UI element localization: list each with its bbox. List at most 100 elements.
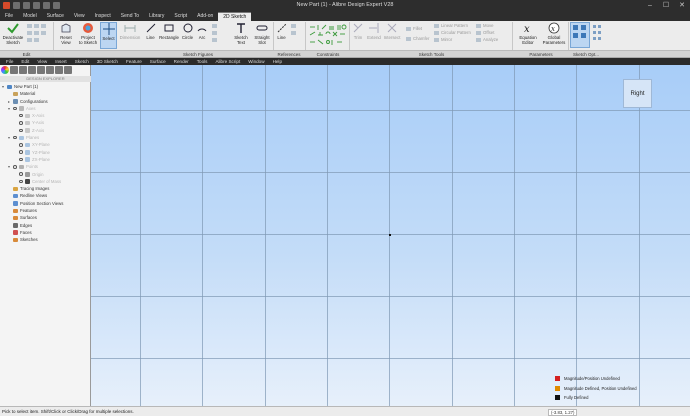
linear-pattern-button[interactable]: Linear Pattern [434,23,468,29]
properties-button[interactable] [27,37,41,43]
tab-send-to[interactable]: Send To [116,12,144,21]
trim-button[interactable]: Trim [351,22,365,40]
spline-button[interactable] [212,23,219,29]
tree-item[interactable]: Center of Mass [0,178,91,185]
tree-item[interactable]: ▾ Planes [0,134,91,141]
visibility-eye-icon[interactable] [19,121,23,125]
tree-item[interactable]: ZX-Plane [0,156,91,163]
constraint-icons[interactable] [309,24,347,46]
sketch-text-button[interactable]: Sketch Text [232,22,250,45]
project-to-sketch-button[interactable]: Project to Sketch [77,22,99,45]
intersect-button[interactable]: Intersect [383,22,401,40]
chamfer-button[interactable]: Chamfer [406,36,429,42]
tree-item[interactable]: Edges [0,222,91,229]
tab-library[interactable]: Library [144,12,169,21]
tree-item[interactable]: Faces [0,229,91,236]
extend-button[interactable]: Extend [366,22,382,40]
menu-window[interactable]: Window [244,58,268,65]
offset-button[interactable]: Offset [476,30,494,36]
tree-item[interactable]: Origin [0,171,91,178]
arc-button[interactable]: Arc [196,22,208,40]
fillet-button[interactable]: Fillet [406,26,422,32]
visibility-eye-icon[interactable] [19,157,23,162]
tree-item[interactable]: Material [0,90,91,97]
deactivate-sketch-button[interactable]: Deactivate Sketch [2,22,24,45]
tab-file[interactable]: File [0,12,18,21]
visibility-eye-icon[interactable] [19,143,23,147]
menu-insert[interactable]: Insert [51,58,71,65]
dimension-button[interactable]: Dimension [119,22,141,40]
rectangle-button[interactable]: Rectangle [158,22,180,40]
menu-view[interactable]: View [33,58,51,65]
close-button[interactable]: ✕ [674,0,690,12]
menu-help[interactable]: Help [269,58,286,65]
tab-2d-sketch[interactable]: 2D Sketch [218,12,252,21]
move-button[interactable]: Move [476,23,494,29]
tree-expander-icon[interactable]: ▾ [8,134,12,141]
tree-item[interactable]: Features [0,207,91,214]
tree-expander-icon[interactable]: ▾ [2,83,6,90]
menu-tools[interactable]: Tools [193,58,212,65]
tree-item[interactable]: ▸ Configurations [0,98,91,105]
tree-item[interactable]: Tracing Images [0,185,91,192]
tab-inspect[interactable]: Inspect [90,12,116,21]
tree-item[interactable]: Surfaces [0,214,91,221]
visibility-eye-icon[interactable] [13,106,17,111]
global-parameters-button[interactable]: x Global Parameters [542,22,566,45]
visibility-eye-icon[interactable] [19,113,23,118]
tab-surface[interactable]: Surface [42,12,69,21]
settings-icon[interactable] [55,66,63,74]
tree-item[interactable]: ▾ New Part (1) [0,83,91,90]
expand-icon[interactable] [46,66,54,74]
visibility-eye-icon[interactable] [19,150,23,154]
list-icon[interactable] [19,66,27,74]
sketch-options-button[interactable] [570,22,590,48]
equation-editor-button[interactable]: x Equation Editor [517,22,539,45]
menu-feature[interactable]: Feature [122,58,146,65]
tab-view[interactable]: View [69,12,90,21]
tree-item[interactable]: Redline Views [0,192,91,199]
view-cube[interactable]: Right [623,79,652,108]
circular-pattern-button[interactable]: Circular Pattern [434,30,471,36]
polygon-button[interactable] [212,30,219,36]
cut-button[interactable] [27,23,48,29]
tree-item[interactable]: YZ-Plane [0,149,91,156]
circle-button[interactable]: Circle [181,22,194,40]
tree-item[interactable]: Sketches [0,236,91,243]
color-wheel-icon[interactable] [1,66,9,74]
menu-surface[interactable]: Surface [146,58,170,65]
visibility-eye-icon[interactable] [19,128,23,133]
tab-script[interactable]: Script [169,12,192,21]
collapse-icon[interactable] [37,66,45,74]
reference-figure-button[interactable] [291,30,298,36]
minimize-button[interactable]: – [642,0,658,12]
maximize-button[interactable]: ☐ [658,0,674,12]
ellipse-button[interactable] [212,37,219,43]
tree-item[interactable]: Z-Axis [0,127,91,134]
tree-icon[interactable] [28,66,36,74]
tree-item[interactable]: X-Axis [0,112,91,119]
tree-item[interactable]: ▾ Points [0,163,91,170]
visibility-eye-icon[interactable] [19,179,23,184]
menu-edit[interactable]: Edit [17,58,33,65]
tree-item[interactable]: XY-Plane [0,141,91,148]
reference-line-button[interactable]: Line [275,22,288,40]
tab-model[interactable]: Model [18,12,42,21]
sketch-options-extra-button[interactable] [592,23,602,47]
mirror-button[interactable]: Mirror [434,37,452,43]
tree-item[interactable]: Y-Axis [0,119,91,126]
filter-icon[interactable] [10,66,18,74]
delete-button[interactable] [27,30,48,36]
visibility-eye-icon[interactable] [13,135,17,140]
reset-view-button[interactable]: Reset View [56,22,76,45]
graphics-viewport[interactable]: Right Magnitude/Position Undefined Magnit… [91,65,690,406]
visibility-eye-icon[interactable] [13,165,17,169]
pin-icon[interactable] [64,66,72,74]
line-button[interactable]: Line [144,22,157,40]
tab-add-on[interactable]: Add-on [192,12,218,21]
tree-expander-icon[interactable]: ▸ [8,98,12,105]
menu-render[interactable]: Render [170,58,193,65]
tree-item[interactable]: Position Section Views [0,200,91,207]
tree-item[interactable]: ▾ Axes [0,105,91,112]
menu-3d-sketch[interactable]: 3D Sketch [93,58,122,65]
